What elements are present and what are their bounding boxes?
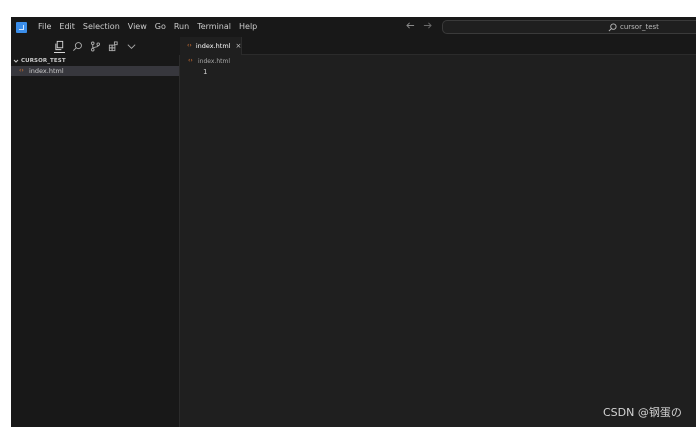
title-bar: File Edit Selection View Go Run Terminal… [11, 17, 696, 37]
file-tree-item[interactable]: ‹› index.html [11, 66, 179, 76]
menu-go[interactable]: Go [151, 17, 170, 37]
files-icon[interactable] [54, 40, 65, 53]
menu-bar: File Edit Selection View Go Run Terminal… [34, 17, 261, 37]
menu-run[interactable]: Run [170, 17, 193, 37]
breadcrumb-label: index.html [198, 57, 230, 65]
menu-selection[interactable]: Selection [79, 17, 124, 37]
explorer-sidebar: CURSOR_TEST ‹› index.html [11, 55, 180, 427]
breadcrumb[interactable]: ‹› index.html [188, 56, 230, 66]
watermark: CSDN @钢蛋の [603, 406, 682, 419]
tab-index-html[interactable]: ‹› index.html × [180, 37, 242, 55]
menu-help[interactable]: Help [235, 17, 261, 37]
chevron-down-icon [13, 58, 19, 64]
arrow-right-icon[interactable] [423, 21, 432, 33]
chevron-down-icon[interactable] [126, 41, 137, 52]
nav-arrows [406, 17, 432, 37]
app-logo-icon [16, 21, 27, 33]
menu-file[interactable]: File [34, 17, 55, 37]
command-center[interactable]: cursor_test [442, 20, 696, 34]
close-icon[interactable]: × [235, 42, 241, 50]
editor-area: ‹› index.html × ‹› index.html 1 [180, 37, 696, 427]
tab-label: index.html [195, 42, 231, 50]
search-icon [608, 22, 617, 32]
command-center-label: cursor_test [620, 23, 659, 31]
menu-terminal[interactable]: Terminal [193, 17, 235, 37]
explorer-section-title: CURSOR_TEST [21, 57, 66, 64]
html-file-icon: ‹› [19, 67, 24, 74]
arrow-left-icon[interactable] [406, 21, 415, 33]
app-window: File Edit Selection View Go Run Terminal… [11, 17, 696, 427]
activity-bar [11, 37, 180, 55]
html-file-icon: ‹› [187, 42, 192, 49]
html-file-icon: ‹› [188, 57, 193, 64]
menu-edit[interactable]: Edit [55, 17, 79, 37]
file-tree-item-label: index.html [29, 67, 64, 75]
editor-tabs: ‹› index.html × [180, 37, 696, 55]
menu-view[interactable]: View [124, 17, 151, 37]
extensions-icon[interactable] [108, 40, 119, 52]
search-icon[interactable] [72, 41, 83, 52]
line-number: 1 [203, 68, 208, 76]
source-control-icon[interactable] [90, 41, 101, 52]
explorer-section-header[interactable]: CURSOR_TEST [11, 55, 179, 66]
